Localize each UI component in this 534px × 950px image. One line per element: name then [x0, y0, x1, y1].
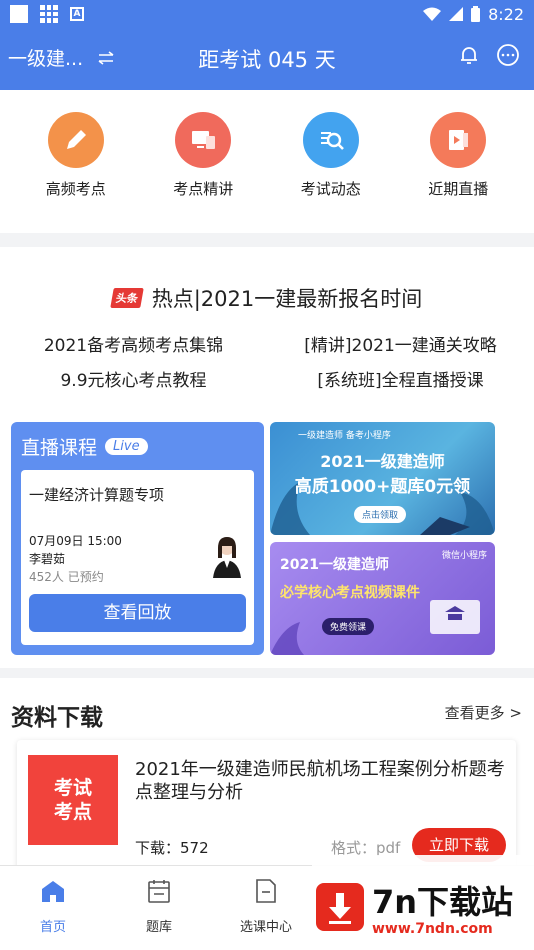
- banner-line2: 必学核心考点视频课件: [280, 585, 420, 601]
- hot-link[interactable]: 2021备考高频考点集锦: [0, 331, 267, 356]
- quick-nav: 高频考点 考点精讲 考试动态 近期直播: [0, 90, 534, 233]
- a-icon: A: [70, 7, 84, 21]
- hot-link[interactable]: 9.9元核心考点教程: [0, 366, 267, 391]
- live-course-card[interactable]: 一建经济计算题专项 07月09日 15:00 李碧茹 452人 已预约 查看回放: [21, 470, 254, 645]
- hot-topics: 头条 热点|2021一建最新报名时间 2021备考高频考点集锦 [精讲]2021…: [0, 247, 534, 394]
- teacher-avatar: [213, 537, 241, 578]
- video-course-banner[interactable]: 微信小程序 2021一级建造师 必学核心考点视频课件 免费领课: [270, 542, 495, 655]
- reservation-count: 452人 已预约: [29, 570, 104, 584]
- banner-line2: 高质1000+题库0元领: [294, 477, 471, 497]
- banner-button: 点击领取: [354, 506, 407, 523]
- message-icon[interactable]: [496, 44, 520, 66]
- document-icon: [256, 879, 276, 903]
- download-arrow-icon: [316, 883, 364, 931]
- tab-label: 选课中心: [239, 920, 292, 935]
- quick-nav-label: 考试动态: [300, 180, 361, 198]
- battery-icon: [471, 6, 481, 22]
- status-bar: A 8:22: [0, 0, 534, 28]
- bell-icon[interactable]: [458, 44, 480, 66]
- quick-nav-live[interactable]: 近期直播: [403, 112, 513, 233]
- question-bank-banner[interactable]: 一级建造师 备考小程序 2021一级建造师 高质1000+题库0元领 点击领取: [270, 422, 495, 535]
- banner-button: 免费领课: [322, 618, 375, 635]
- live-course-panel: 直播课程 Live 一建经济计算题专项 07月09日 15:00 李碧茹 452…: [11, 422, 264, 655]
- home-icon: [42, 881, 64, 902]
- tab-label: 首页: [39, 920, 66, 935]
- course-title: 一建经济计算题专项: [29, 486, 165, 504]
- download-count: 下载：572: [135, 839, 209, 857]
- tab-course-center[interactable]: 选课中心: [226, 878, 306, 935]
- document-thumbnail: 考试 考点: [28, 755, 118, 845]
- quick-nav-label: 考点精讲: [173, 180, 234, 198]
- section-title: 资料下载: [11, 705, 103, 731]
- wifi-icon: [423, 7, 442, 21]
- quick-nav-exam-news[interactable]: 考试动态: [276, 112, 386, 233]
- banner-source: 一级建造师 备考小程序: [298, 431, 391, 441]
- watermark-url: www.7ndn.com: [372, 921, 493, 937]
- calendar-icon: [148, 880, 170, 903]
- replay-button[interactable]: 查看回放: [29, 594, 246, 632]
- promo-section: 直播课程 Live 一建经济计算题专项 07月09日 15:00 李碧茹 452…: [0, 394, 534, 668]
- live-tag: Live: [105, 438, 148, 455]
- search-document-icon: [302, 112, 359, 168]
- banner-line1: 2021一级建造师: [280, 557, 389, 573]
- video-icon: [430, 112, 487, 168]
- course-time: 07月09日 15:00: [29, 534, 122, 548]
- screens-icon: [175, 112, 232, 168]
- signal-icon: [449, 7, 464, 21]
- downloads-section: 资料下载 查看更多 > 考试 考点 2021年一级建造师民航机场工程案例分析题考…: [0, 678, 534, 870]
- document-name: 2021年一级建造师民航机场工程案例分析题考点整理与分析: [135, 759, 505, 803]
- headline-text: 热点|2021一建最新报名时间: [151, 287, 423, 311]
- watermark-text: 7n下载站: [372, 883, 514, 921]
- live-heading: 直播课程: [21, 437, 98, 459]
- teacher-name: 李碧茹: [29, 552, 66, 566]
- thumbnail-line: 考试: [53, 777, 92, 799]
- quick-nav-lectures[interactable]: 考点精讲: [148, 112, 258, 233]
- tab-home[interactable]: 首页: [13, 878, 93, 935]
- download-item[interactable]: 考试 考点 2021年一级建造师民航机场工程案例分析题考点整理与分析 下载：57…: [17, 740, 516, 870]
- quick-nav-high-frequency[interactable]: 高频考点: [21, 112, 131, 233]
- quick-nav-label: 高频考点: [45, 180, 106, 198]
- grid-icon: [40, 5, 58, 23]
- hot-link[interactable]: [系统班]全程直播授课: [267, 366, 534, 391]
- pencil-icon: [47, 112, 104, 168]
- status-time: 8:22: [488, 4, 524, 24]
- headline-badge: 头条: [109, 288, 144, 308]
- hot-headline[interactable]: 头条 热点|2021一建最新报名时间: [0, 283, 534, 313]
- tab-question-bank[interactable]: 题库: [119, 878, 199, 935]
- page-title: 距考试 045 天: [198, 48, 336, 72]
- banner-line1: 2021一级建造师: [320, 452, 445, 471]
- hot-link[interactable]: [精讲]2021一建通关攻略: [267, 331, 534, 356]
- app-header: 一级建... 距考试 045 天: [0, 28, 534, 90]
- thumbnail-line: 考点: [53, 801, 92, 823]
- watermark: 7n下载站 www.7ndn.com: [312, 855, 534, 950]
- quick-nav-label: 近期直播: [428, 180, 489, 198]
- see-more-link[interactable]: 查看更多 >: [445, 702, 522, 723]
- tab-label: 题库: [145, 920, 172, 935]
- notification-square-icon: [10, 5, 28, 23]
- banner-source: 微信小程序: [441, 551, 487, 561]
